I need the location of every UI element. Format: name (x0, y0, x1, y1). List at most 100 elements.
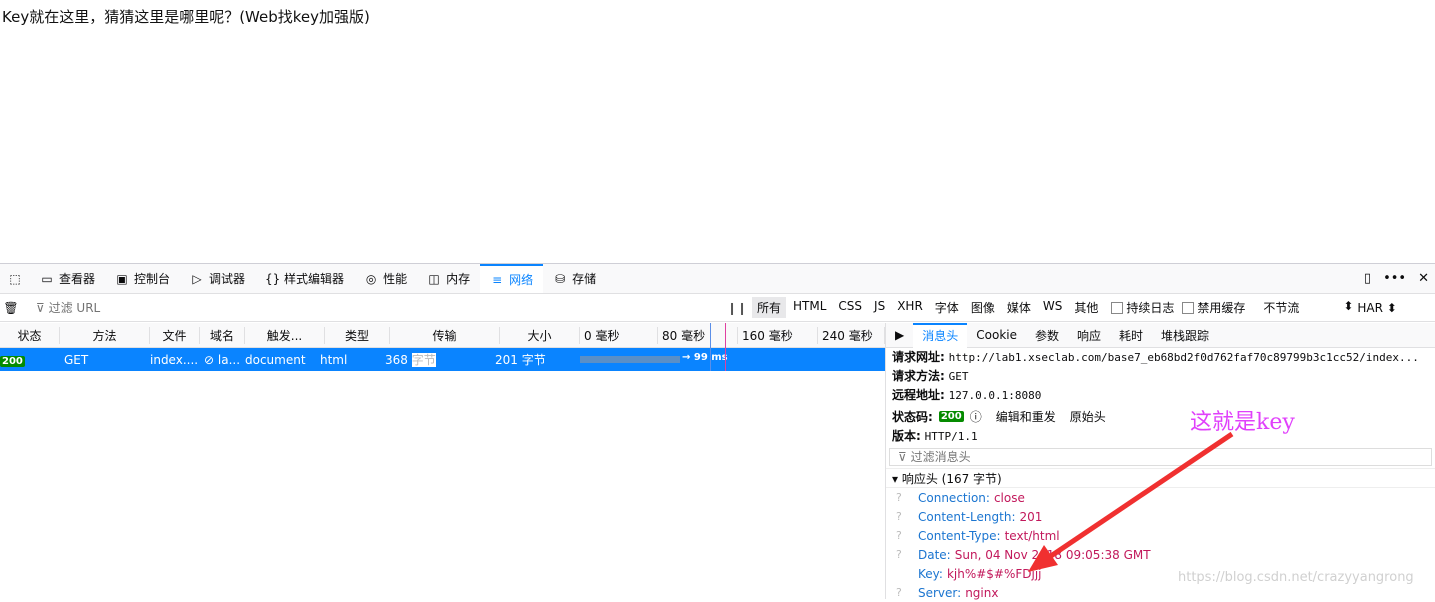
waterfall-timing: → 99 ms (682, 352, 728, 363)
tab-cookies[interactable]: Cookie (967, 328, 1026, 342)
help-icon[interactable]: ? (896, 491, 918, 504)
request-details-panel: ▶ 消息头 Cookie 参数 响应 耗时 堆栈跟踪 请求网址: http://… (885, 322, 1435, 600)
col-transferred[interactable]: 传输 (390, 326, 500, 344)
tab-inspector[interactable]: ▭ 查看器 (30, 264, 105, 293)
storage-icon: ⛁ (555, 271, 566, 286)
col-timeline-0: 0 毫秒 (580, 326, 658, 344)
waterfall-bar (580, 356, 680, 363)
element-picker-icon[interactable]: ⬚ (0, 264, 30, 293)
request-domain: ⊘ la... (204, 352, 241, 367)
details-tabs: ▶ 消息头 Cookie 参数 响应 耗时 堆栈跟踪 (886, 322, 1435, 348)
chevron-down-icon: ⬍ (1343, 299, 1354, 313)
tab-stack-trace[interactable]: 堆栈跟踪 (1152, 327, 1218, 344)
tab-params[interactable]: 参数 (1026, 327, 1068, 344)
tab-memory[interactable]: ◫ 内存 (417, 264, 480, 293)
tab-debugger[interactable]: ▷ 调试器 (180, 264, 255, 293)
pause-icon[interactable]: ❙❙ (722, 301, 752, 315)
chevron-down-icon: ⬍ (1386, 300, 1397, 315)
help-icon[interactable]: ? (896, 529, 918, 542)
insecure-icon: ⊘ (204, 352, 218, 367)
col-domain[interactable]: 域名 (200, 326, 245, 344)
col-status[interactable]: 状态 (0, 326, 60, 344)
type-filter-css[interactable]: CSS (833, 297, 867, 318)
header-row: ? Content-Type: text/html (896, 528, 1060, 543)
persist-logs-checkbox[interactable]: 持续日志 (1111, 299, 1174, 316)
request-method-line: 请求方法: GET (892, 369, 969, 383)
memory-icon: ◫ (428, 271, 440, 286)
type-filter-images[interactable]: 图像 (966, 297, 1000, 318)
tab-performance[interactable]: ◎ 性能 (354, 264, 417, 293)
tab-console[interactable]: ▣ 控制台 (105, 264, 180, 293)
annotation-label: 这就是key (1190, 410, 1295, 435)
request-file: index.... (150, 352, 199, 367)
table-row[interactable]: 200 GET index.... ⊘ la... document html … (0, 348, 885, 371)
header-row: ? Server: nginx (896, 585, 999, 600)
edit-resend-button[interactable]: 编辑和重发 (996, 408, 1056, 425)
watermark: https://blog.csdn.net/crazyyangrong (1178, 570, 1414, 585)
har-menu[interactable]: HAR ⬍ (1357, 301, 1396, 315)
toggle-panel-icon[interactable]: ▶ (886, 328, 913, 342)
header-row: ? Connection: close (896, 490, 1025, 505)
col-timeline-80: 80 毫秒 (658, 326, 738, 344)
response-headers-section[interactable]: ▾ 响应头 (167 字节) (886, 468, 1435, 488)
type-filter-other[interactable]: 其他 (1069, 297, 1103, 318)
tab-timings[interactable]: 耗时 (1110, 327, 1152, 344)
tab-headers[interactable]: 消息头 (913, 322, 968, 348)
url-filter-input[interactable]: ⊽ 过滤 URL (22, 299, 722, 316)
throttle-select[interactable]: 不节流 ⬍ (1263, 299, 1353, 316)
type-filter-ws[interactable]: WS (1038, 297, 1067, 318)
console-icon: ▣ (116, 271, 128, 286)
type-filter-group: 所有 HTML CSS JS XHR 字体 图像 媒体 WS 其他 (752, 297, 1103, 318)
tab-network[interactable]: ≡ 网络 (480, 264, 544, 293)
col-timeline-160: 160 毫秒 (738, 326, 818, 344)
filter-icon: ⊽ (36, 301, 49, 315)
help-icon[interactable]: ⓘ (970, 408, 982, 425)
clear-trash-icon[interactable]: 🗑 (0, 301, 22, 315)
col-cause[interactable]: 触发... (245, 326, 325, 344)
type-filter-js[interactable]: JS (869, 297, 890, 318)
type-filter-fonts[interactable]: 字体 (930, 297, 964, 318)
devtools-toolbar: ⬚ ▭ 查看器 ▣ 控制台 ▷ 调试器 {} 样式编辑器 ◎ 性能 ◫ 内存 ≡ 网络 ⛁ 存储… (0, 264, 1435, 294)
help-icon[interactable]: ? (896, 548, 918, 561)
help-icon[interactable]: ? (896, 586, 918, 599)
request-transferred: 368 字节 (385, 353, 436, 367)
request-size: 201 字节 (495, 353, 546, 367)
col-method[interactable]: 方法 (60, 326, 150, 344)
header-row: ? Date: Sun, 04 Nov 2018 09:05:38 GMT (896, 547, 1151, 562)
inspector-icon: ▭ (41, 271, 53, 286)
request-cause: document (245, 352, 306, 367)
type-filter-xhr[interactable]: XHR (892, 297, 928, 318)
request-method: GET (64, 352, 89, 367)
col-size[interactable]: 大小 (500, 326, 580, 344)
type-filter-media[interactable]: 媒体 (1002, 297, 1036, 318)
version-line: 版本: HTTP/1.1 (892, 429, 978, 443)
collapse-triangle-icon: ▾ (892, 472, 902, 486)
page-heading: Key就在这里，猜猜这里是哪里呢？(Web找key加强版) (2, 8, 370, 26)
performance-icon: ◎ (365, 271, 377, 286)
network-filter-bar: 🗑 ⊽ 过滤 URL ❙❙ 所有 HTML CSS JS XHR 字体 图像 媒… (0, 294, 1435, 322)
col-timeline-240: 240 毫秒 (818, 326, 885, 344)
type-filter-html[interactable]: HTML (788, 297, 831, 318)
raw-headers-button[interactable]: 原始头 (1070, 408, 1106, 425)
type-filter-all[interactable]: 所有 (752, 297, 787, 318)
network-icon: ≡ (492, 272, 503, 287)
load-marker (725, 323, 726, 371)
request-list: 状态 方法 文件 域名 触发... 类型 传输 大小 0 毫秒 80 毫秒 16… (0, 323, 885, 599)
tab-style-editor[interactable]: {} 样式编辑器 (255, 264, 354, 293)
debugger-icon: ▷ (192, 271, 202, 286)
tab-storage[interactable]: ⛁ 存储 (543, 264, 606, 293)
status-code-line: 状态码: 200 ⓘ 编辑和重发 原始头 (892, 408, 1106, 425)
request-url: http://lab1.xseclab.com/base7_eb68bd2f0d… (948, 351, 1419, 364)
help-icon[interactable]: ? (896, 510, 918, 523)
header-filter-input[interactable]: ⊽ 过滤消息头 (889, 448, 1432, 466)
close-icon[interactable]: ✕ (1418, 271, 1429, 286)
col-file[interactable]: 文件 (150, 326, 200, 344)
col-type[interactable]: 类型 (325, 326, 390, 344)
disable-cache-checkbox[interactable]: 禁用缓存 (1182, 299, 1245, 316)
request-url-line: 请求网址: http://lab1.xseclab.com/base7_eb68… (892, 350, 1419, 364)
request-type: html (320, 352, 348, 367)
more-menu-icon[interactable]: ••• (1383, 271, 1406, 286)
style-editor-icon: {} (265, 271, 281, 286)
tab-response[interactable]: 响应 (1068, 327, 1110, 344)
dock-icon[interactable]: ▯ (1364, 271, 1371, 286)
